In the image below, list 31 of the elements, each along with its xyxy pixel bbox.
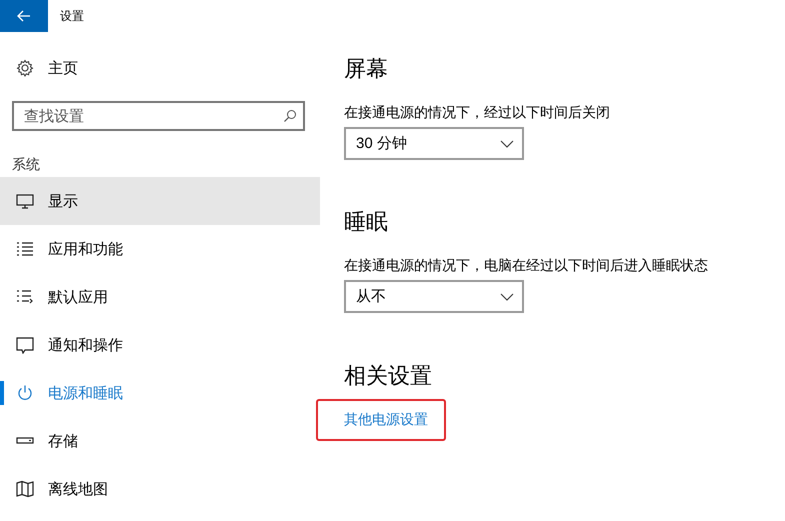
sidebar-item[interactable]: 应用和功能 (0, 225, 320, 273)
section-heading: 睡眠 (344, 208, 389, 236)
speech-bubble-icon (16, 336, 34, 354)
list-icon (16, 288, 34, 306)
chevron-down-icon (500, 140, 514, 148)
back-arrow-icon (17, 10, 31, 22)
sidebar-item[interactable]: 存储 (0, 417, 320, 465)
home-item[interactable]: 主页 (0, 50, 320, 86)
time-dropdown[interactable]: 30 分钟 (344, 127, 524, 160)
window-title: 设置 (60, 8, 84, 24)
section-heading: 相关设置 (344, 362, 433, 390)
back-button[interactable] (0, 0, 48, 32)
gear-icon (16, 59, 34, 77)
time-dropdown[interactable]: 从不 (344, 280, 524, 313)
sidebar-item[interactable]: 通知和操作 (0, 321, 320, 369)
search-field[interactable]: 查找设置 (12, 101, 305, 131)
setting-description: 在接通电源的情况下，电脑在经过以下时间后进入睡眠状态 (344, 257, 708, 273)
setting-description: 在接通电源的情况下，经过以下时间后关闭 (344, 104, 611, 120)
sidebar-item[interactable]: 显示 (0, 177, 320, 225)
search-icon (283, 109, 297, 123)
power-icon (16, 384, 34, 402)
map-icon (16, 480, 34, 498)
chevron-down-icon (500, 292, 514, 300)
section-label: 系统 (11, 155, 41, 174)
sidebar-item[interactable]: 离线地图 (0, 465, 320, 513)
power-settings-link[interactable]: 其他电源设置 (344, 411, 428, 427)
sidebar-item[interactable]: 默认应用 (0, 273, 320, 321)
section-heading: 屏幕 (344, 55, 389, 83)
sidebar-item[interactable]: 电源和睡眠 (0, 369, 320, 417)
monitor-icon (16, 192, 34, 210)
list-icon (16, 240, 34, 258)
